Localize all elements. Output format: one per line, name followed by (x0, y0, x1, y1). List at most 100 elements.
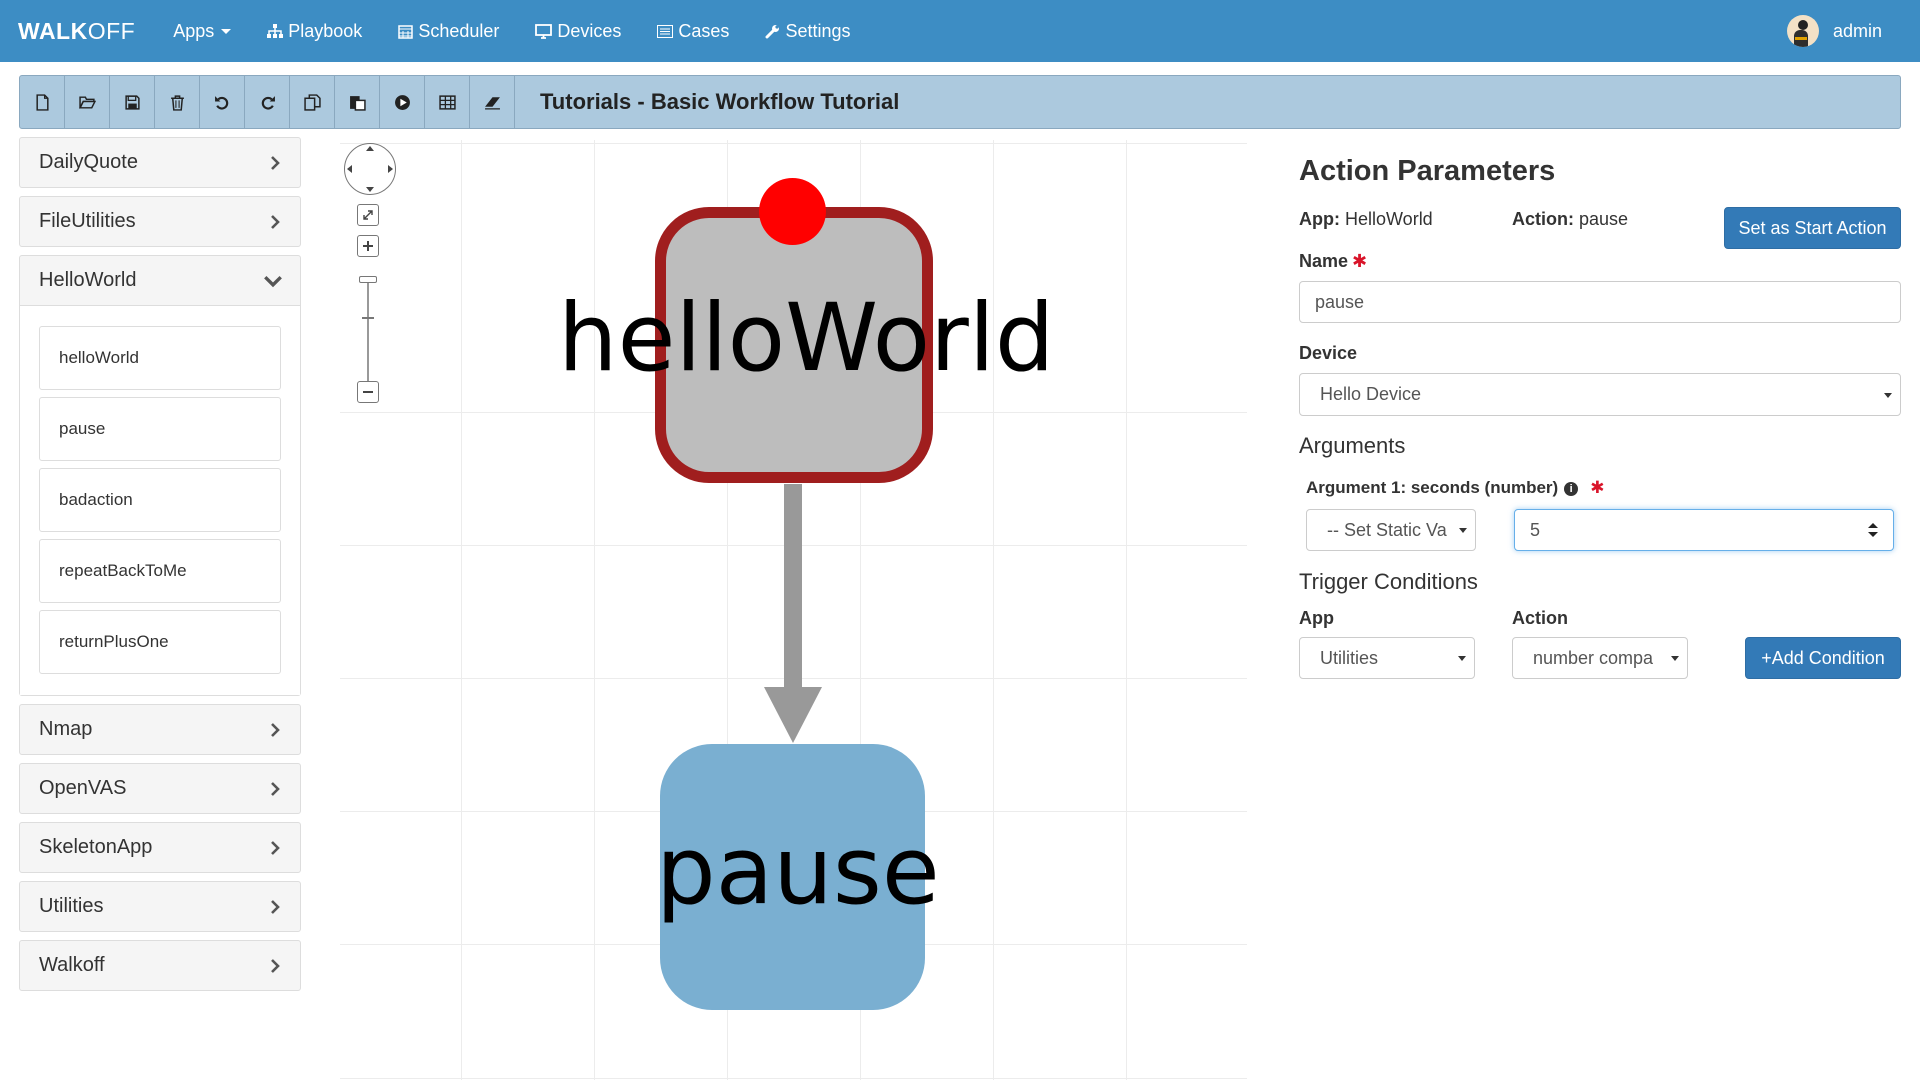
zoom-in-button[interactable] (357, 235, 379, 257)
save-icon (124, 94, 140, 110)
nav-apps-label: Apps (173, 20, 215, 41)
wrench-icon (765, 24, 780, 38)
chevron-right-icon (271, 899, 280, 914)
nav-cases[interactable]: Cases (639, 0, 747, 62)
variables-button[interactable] (425, 76, 470, 128)
action-item-badaction[interactable]: badaction (39, 468, 281, 532)
trigger-action-label: Action (1512, 608, 1568, 628)
paste-button[interactable] (335, 76, 380, 128)
chevron-right-icon (271, 722, 280, 737)
workflow-title: Tutorials - Basic Workflow Tutorial (540, 89, 900, 114)
trigger-conditions-heading: Trigger Conditions (1299, 569, 1478, 594)
eraser-icon (484, 96, 500, 110)
app-panel-openvas: OpenVAS (19, 763, 301, 814)
panel-title: Action Parameters (1299, 155, 1556, 187)
grid-line (1126, 140, 1127, 1080)
nav-playbook-label: Playbook (288, 20, 363, 41)
app-header-skeletonapp[interactable]: SkeletonApp (20, 823, 300, 872)
app-header-dailyquote[interactable]: DailyQuote (20, 138, 300, 187)
app-header-walkoff[interactable]: Walkoff (20, 941, 300, 990)
app-header-helloworld[interactable]: HelloWorld (20, 256, 300, 305)
app-header-openvas[interactable]: OpenVAS (20, 764, 300, 813)
execute-workflow-button[interactable] (380, 76, 425, 128)
add-condition-button[interactable]: +Add Condition (1745, 637, 1901, 679)
chevron-right-icon (271, 155, 280, 170)
open-folder-icon (78, 95, 96, 109)
argument-1-mode-select[interactable]: -- Set Static Va (1306, 509, 1476, 551)
name-input[interactable]: pause (1299, 281, 1901, 323)
caret-down-icon (221, 28, 232, 34)
zoom-tick (362, 317, 374, 319)
action-meta-value: pause (1579, 209, 1629, 229)
grid-line (461, 140, 462, 1080)
open-workflow-button[interactable] (65, 76, 110, 128)
table-icon (438, 94, 456, 110)
save-workflow-button[interactable] (110, 76, 155, 128)
action-parameters-panel: Action Parameters App: HelloWorld Action… (1299, 155, 1901, 679)
app-header-nmap[interactable]: Nmap (20, 705, 300, 754)
user-menu[interactable]: admin (1786, 0, 1882, 62)
nav-playbook[interactable]: Playbook (249, 0, 380, 62)
list-icon (657, 24, 674, 38)
trigger-action-select[interactable]: number compa (1512, 637, 1688, 679)
trigger-app-label: App (1299, 608, 1334, 628)
set-start-action-button[interactable]: Set as Start Action (1724, 207, 1901, 249)
node-label-helloworld: helloWorld (558, 284, 1055, 393)
chevron-right-icon (271, 781, 280, 796)
pan-control[interactable] (344, 143, 396, 195)
workflow-edge[interactable] (784, 484, 802, 689)
nav-scheduler[interactable]: Scheduler (380, 0, 517, 62)
username: admin (1832, 20, 1882, 41)
zoom-slider-track[interactable] (367, 282, 369, 388)
copy-button[interactable] (290, 76, 335, 128)
new-workflow-button[interactable] (20, 76, 65, 128)
chevron-down-icon (264, 275, 282, 287)
pan-arrows-icon (347, 146, 393, 192)
number-stepper-icon[interactable] (1867, 522, 1879, 538)
app-panel-helloworld: HelloWorld helloWorld pause badaction re… (19, 255, 301, 696)
nav-devices-label: Devices (557, 20, 622, 41)
zoom-slider-handle[interactable] (359, 276, 377, 283)
nav-devices[interactable]: Devices (517, 0, 639, 62)
nav-menu: Apps Playbook Scheduler Devices Cases Se… (155, 0, 868, 62)
grid-line (594, 140, 595, 1080)
undo-icon (214, 95, 228, 110)
argument-1-value-input[interactable]: 5 (1514, 509, 1894, 551)
device-select[interactable]: Hello Device (1299, 373, 1901, 416)
delete-workflow-button[interactable] (155, 76, 200, 128)
desktop-icon (535, 23, 553, 39)
undo-button[interactable] (200, 76, 245, 128)
redo-icon (261, 95, 275, 110)
zoom-out-button[interactable] (357, 381, 379, 403)
app-name: SkeletonApp (39, 836, 153, 858)
app-panel-utilities: Utilities (19, 881, 301, 932)
copy-icon (303, 93, 321, 111)
trigger-app-select[interactable]: Utilities (1299, 637, 1475, 679)
action-item-helloworld[interactable]: helloWorld (39, 326, 281, 390)
info-icon[interactable]: i (1564, 481, 1579, 496)
app-name: Utilities (39, 895, 104, 917)
action-item-returnplusone[interactable]: returnPlusOne (39, 610, 281, 674)
chevron-right-icon (271, 214, 280, 229)
dropdown-arrow-icon (1459, 528, 1467, 533)
app-header-utilities[interactable]: Utilities (20, 882, 300, 931)
grid-line (340, 1078, 1247, 1079)
clear-results-button[interactable] (470, 76, 515, 128)
app-panel-walkoff: Walkoff (19, 940, 301, 991)
redo-button[interactable] (245, 76, 290, 128)
fit-view-button[interactable] (357, 204, 379, 226)
app-panel-skeletonapp: SkeletonApp (19, 822, 301, 873)
app-name: FileUtilities (39, 210, 136, 232)
action-item-repeatbacktome[interactable]: repeatBackToMe (39, 539, 281, 603)
sitemap-icon (267, 24, 284, 38)
app-action-sidebar: DailyQuote FileUtilities HelloWorld hell… (19, 137, 301, 999)
app-header-fileutilities[interactable]: FileUtilities (20, 197, 300, 246)
argument-1-label: Argument 1: seconds (number) i ✱ (1306, 478, 1605, 497)
nav-apps[interactable]: Apps (155, 0, 249, 62)
nav-settings[interactable]: Settings (747, 0, 868, 62)
action-list: helloWorld pause badaction repeatBackToM… (20, 305, 300, 695)
action-item-pause[interactable]: pause (39, 397, 281, 461)
brand-logo[interactable]: WALKOFF (18, 18, 135, 45)
name-label: Name ✱ (1299, 251, 1368, 271)
app-name: DailyQuote (39, 151, 138, 173)
